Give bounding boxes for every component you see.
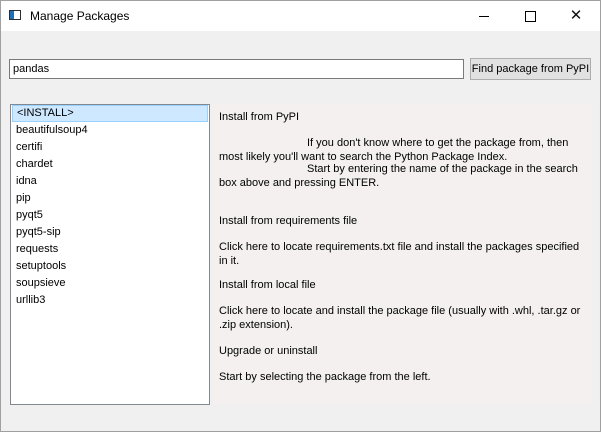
pypi-description: If you don't know where to get the packa… <box>219 137 569 163</box>
package-list-item[interactable]: requests <box>12 241 208 258</box>
window-title: Manage Packages <box>30 9 130 23</box>
minimize-button[interactable] <box>461 1 507 31</box>
close-icon: ✕ <box>569 7 583 24</box>
find-package-button[interactable]: Find package from PyPI <box>470 58 591 80</box>
install-from-requirements-link[interactable]: Install from requirements file <box>219 214 589 228</box>
pypi-instruction: Start by entering the name of the packag… <box>219 163 578 189</box>
install-from-local-file-link[interactable]: Install from local file <box>219 278 589 292</box>
upgrade-or-uninstall-heading: Upgrade or uninstall <box>219 345 318 357</box>
package-list[interactable]: <INSTALL> beautifulsoup4 certifi chardet idn… <box>10 104 210 405</box>
package-search-input[interactable] <box>9 59 464 79</box>
package-list-item[interactable]: pip <box>12 190 208 207</box>
install-from-pypi-link[interactable]: Install from PyPI <box>219 110 589 124</box>
info-panel: Install from PyPI If you don't know wher… <box>213 104 593 405</box>
package-list-item[interactable]: pyqt5-sip <box>12 224 208 241</box>
package-list-item[interactable]: soupsieve <box>12 275 208 292</box>
requirements-description[interactable]: Click here to locate requirements.txt fi… <box>219 240 589 268</box>
package-list-item[interactable]: <INSTALL> <box>12 105 208 122</box>
package-list-item[interactable]: certifi <box>12 139 208 156</box>
package-list-item[interactable]: idna <box>12 173 208 190</box>
package-list-item[interactable]: beautifulsoup4 <box>12 122 208 139</box>
package-list-item[interactable]: setuptools <box>12 258 208 275</box>
title-bar: Manage Packages ✕ <box>1 1 600 31</box>
maximize-button[interactable] <box>507 1 553 31</box>
close-button[interactable]: ✕ <box>553 1 599 31</box>
package-list-item[interactable]: urllib3 <box>12 292 208 309</box>
maximize-icon <box>524 11 536 23</box>
manage-packages-window: Manage Packages ✕ Find package from PyPI… <box>0 0 601 432</box>
package-list-item[interactable]: chardet <box>12 156 208 173</box>
app-icon <box>9 10 21 20</box>
minimize-icon <box>479 16 489 18</box>
package-list-item[interactable]: pyqt5 <box>12 207 208 224</box>
local-file-description[interactable]: Click here to locate and install the pac… <box>219 304 589 332</box>
upgrade-instruction: Start by selecting the package from the … <box>219 371 431 383</box>
